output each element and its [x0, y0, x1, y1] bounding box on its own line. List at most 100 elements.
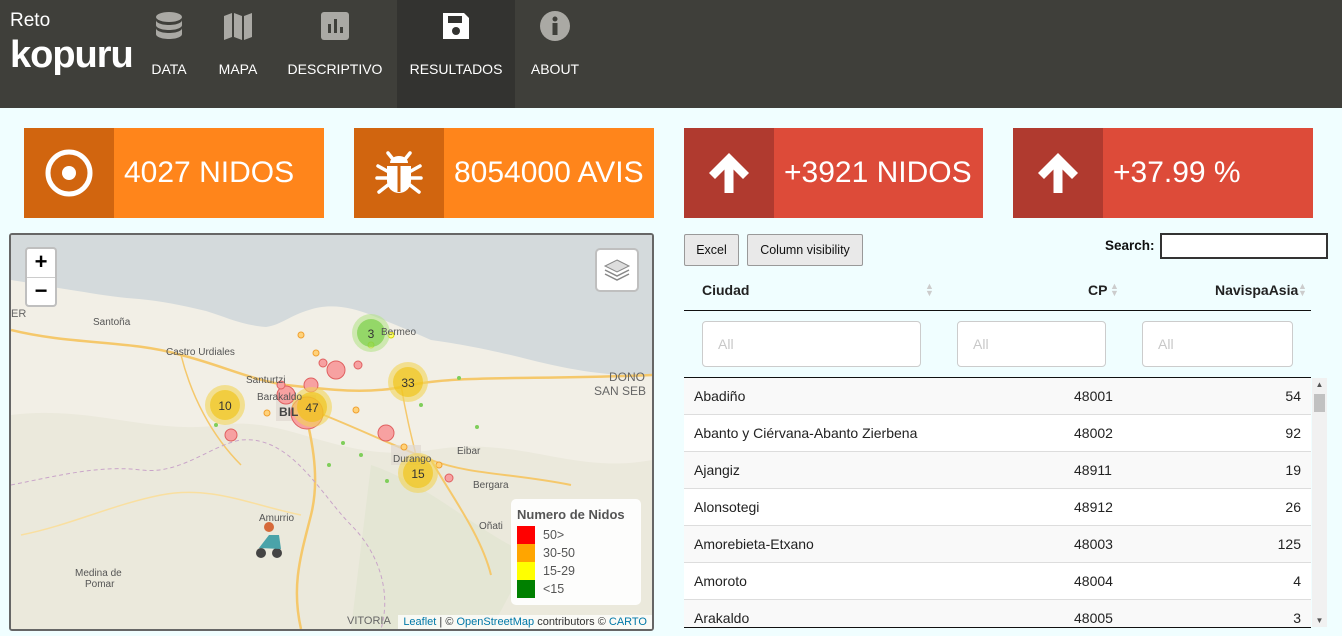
cell-cp: 48001: [1074, 388, 1113, 404]
cluster-33[interactable]: 33: [388, 362, 428, 402]
place-label: VITORIA: [347, 615, 391, 627]
legend-item: <15: [517, 580, 635, 598]
svg-text:33: 33: [401, 376, 415, 390]
nav-mapa-label: MAPA: [218, 61, 258, 77]
sort-icon[interactable]: ▲ ▼: [1110, 282, 1119, 298]
stat-total-nidos-value: 4027 NIDOS: [114, 128, 324, 218]
layers-icon: [603, 259, 631, 281]
stat-avispas-value: 8054000 AVIS: [444, 128, 654, 218]
place-label: BIL: [279, 405, 298, 419]
scrollbar-thumb[interactable]: [1314, 394, 1325, 412]
nav-data-label: DATA: [151, 61, 187, 77]
map-icon: [224, 13, 252, 40]
filter-ciudad[interactable]: All: [702, 321, 921, 367]
stat-incremento-porcentaje: +37.99 %: [1013, 128, 1313, 218]
nav-about[interactable]: ABOUT: [525, 0, 585, 108]
svg-text:15: 15: [411, 467, 425, 481]
table-row[interactable]: Amoroto 48004 4: [684, 563, 1311, 600]
place-label: Bergara: [473, 480, 509, 491]
svg-text:3: 3: [368, 327, 375, 341]
scroll-up-icon[interactable]: ▲: [1312, 380, 1327, 389]
sort-icon[interactable]: ▲ ▼: [925, 282, 934, 298]
search-label: Search:: [1105, 238, 1155, 253]
legend-title: Numero de Nidos: [517, 507, 625, 522]
table-row[interactable]: Abadiño 48001 54: [684, 378, 1311, 415]
cell-navispaasia: 92: [1285, 425, 1301, 441]
map-legend: Numero de Nidos 50> 30-50 15-29 <15: [511, 499, 641, 605]
cell-ciudad: Ajangiz: [694, 462, 740, 478]
brand-logo[interactable]: Reto kopuru: [10, 10, 134, 77]
arrow-up-icon: [1038, 153, 1078, 193]
place-label: Amurrio: [259, 513, 294, 524]
table-row[interactable]: Alonsotegi 48912 26: [684, 489, 1311, 526]
cell-navispaasia: 3: [1293, 610, 1301, 626]
osm-link[interactable]: OpenStreetMap: [456, 616, 534, 628]
table-row[interactable]: Amorebieta-Etxano 48003 125: [684, 526, 1311, 563]
stat-avispas: 8054000 AVIS: [354, 128, 654, 218]
leaflet-link[interactable]: Leaflet: [403, 616, 436, 628]
place-label: ER: [11, 308, 26, 320]
stat-incremento-nidos-value: +3921 NIDOS: [774, 128, 983, 218]
zoom-out-button[interactable]: −: [27, 277, 55, 305]
cell-ciudad: Arakaldo: [694, 610, 750, 626]
table-row[interactable]: Abanto y Ciérvana-Abanto Zierbena 48002 …: [684, 415, 1311, 452]
stat-incremento-porcentaje-value: +37.99 %: [1103, 128, 1313, 218]
cell-navispaasia: 26: [1285, 499, 1301, 515]
carto-link[interactable]: CARTO: [609, 616, 647, 628]
column-header-cp[interactable]: CP: [1088, 282, 1107, 298]
column-header-ciudad[interactable]: Ciudad: [702, 282, 749, 298]
cell-navispaasia: 19: [1285, 462, 1301, 478]
table-row[interactable]: Arakaldo 48005 3: [684, 600, 1311, 627]
filter-navispaasia[interactable]: All: [1142, 321, 1293, 367]
cluster-10[interactable]: 10: [205, 385, 245, 425]
filter-cp[interactable]: All: [957, 321, 1106, 367]
stat-incremento-nidos: +3921 NIDOS: [684, 128, 983, 218]
nest-map[interactable]: 3 33 10 47 15 Santoña Castro Urdiales Sa…: [9, 233, 654, 631]
cell-navispaasia: 125: [1277, 536, 1301, 552]
nav-data[interactable]: DATA: [140, 0, 198, 108]
scroll-down-icon[interactable]: ▼: [1312, 616, 1327, 625]
brand-reto: Reto: [10, 10, 51, 31]
table-body: Abadiño 48001 54 Abanto y Ciérvana-Abant…: [684, 378, 1311, 627]
nav-resultados[interactable]: RESULTADOS: [397, 0, 515, 108]
cell-ciudad: Abadiño: [694, 388, 746, 404]
legend-item: 50>: [517, 526, 635, 544]
place-label: Santoña: [93, 317, 131, 328]
place-label: SAN SEB: [594, 384, 646, 398]
bullseye-icon: [45, 149, 93, 197]
search-input[interactable]: [1160, 233, 1328, 259]
bar-chart-icon: [321, 12, 349, 40]
column-visibility-button[interactable]: Column visibility: [747, 234, 863, 266]
column-header-navispaasia[interactable]: NavispaAsia: [1215, 282, 1298, 298]
save-icon: [443, 13, 469, 39]
nav-about-label: ABOUT: [530, 61, 580, 77]
excel-button[interactable]: Excel: [684, 234, 739, 266]
layers-button[interactable]: [595, 248, 639, 292]
place-label: Durango: [393, 454, 432, 465]
nav-descriptivo-label: DESCRIPTIVO: [287, 61, 383, 77]
place-label: Castro Urdiales: [166, 347, 235, 358]
place-label: Pomar: [85, 579, 115, 590]
nav-descriptivo[interactable]: DESCRIPTIVO: [280, 0, 390, 108]
place-label: Bermeo: [381, 327, 416, 338]
cell-ciudad: Amoroto: [694, 573, 747, 589]
cell-cp: 48912: [1074, 499, 1113, 515]
place-label: Oñati: [479, 521, 503, 532]
brand-name: kopuru: [10, 34, 134, 76]
bug-icon: [375, 151, 423, 194]
cell-cp: 48005: [1074, 610, 1113, 626]
nav-mapa[interactable]: MAPA: [208, 0, 268, 108]
cell-cp: 48003: [1074, 536, 1113, 552]
arrow-up-icon: [709, 153, 749, 193]
table-scrollbar[interactable]: ▲ ▼: [1312, 378, 1327, 627]
sort-icon[interactable]: ▲ ▼: [1298, 282, 1307, 298]
zoom-control: + −: [25, 247, 57, 307]
zoom-in-button[interactable]: +: [27, 249, 55, 277]
database-icon: [156, 12, 182, 39]
place-label: Eibar: [457, 446, 481, 457]
legend-item: 15-29: [517, 562, 635, 580]
cell-ciudad: Abanto y Ciérvana-Abanto Zierbena: [694, 425, 918, 441]
place-label: Medina de: [75, 568, 122, 579]
cell-navispaasia: 54: [1285, 388, 1301, 404]
table-row[interactable]: Ajangiz 48911 19: [684, 452, 1311, 489]
